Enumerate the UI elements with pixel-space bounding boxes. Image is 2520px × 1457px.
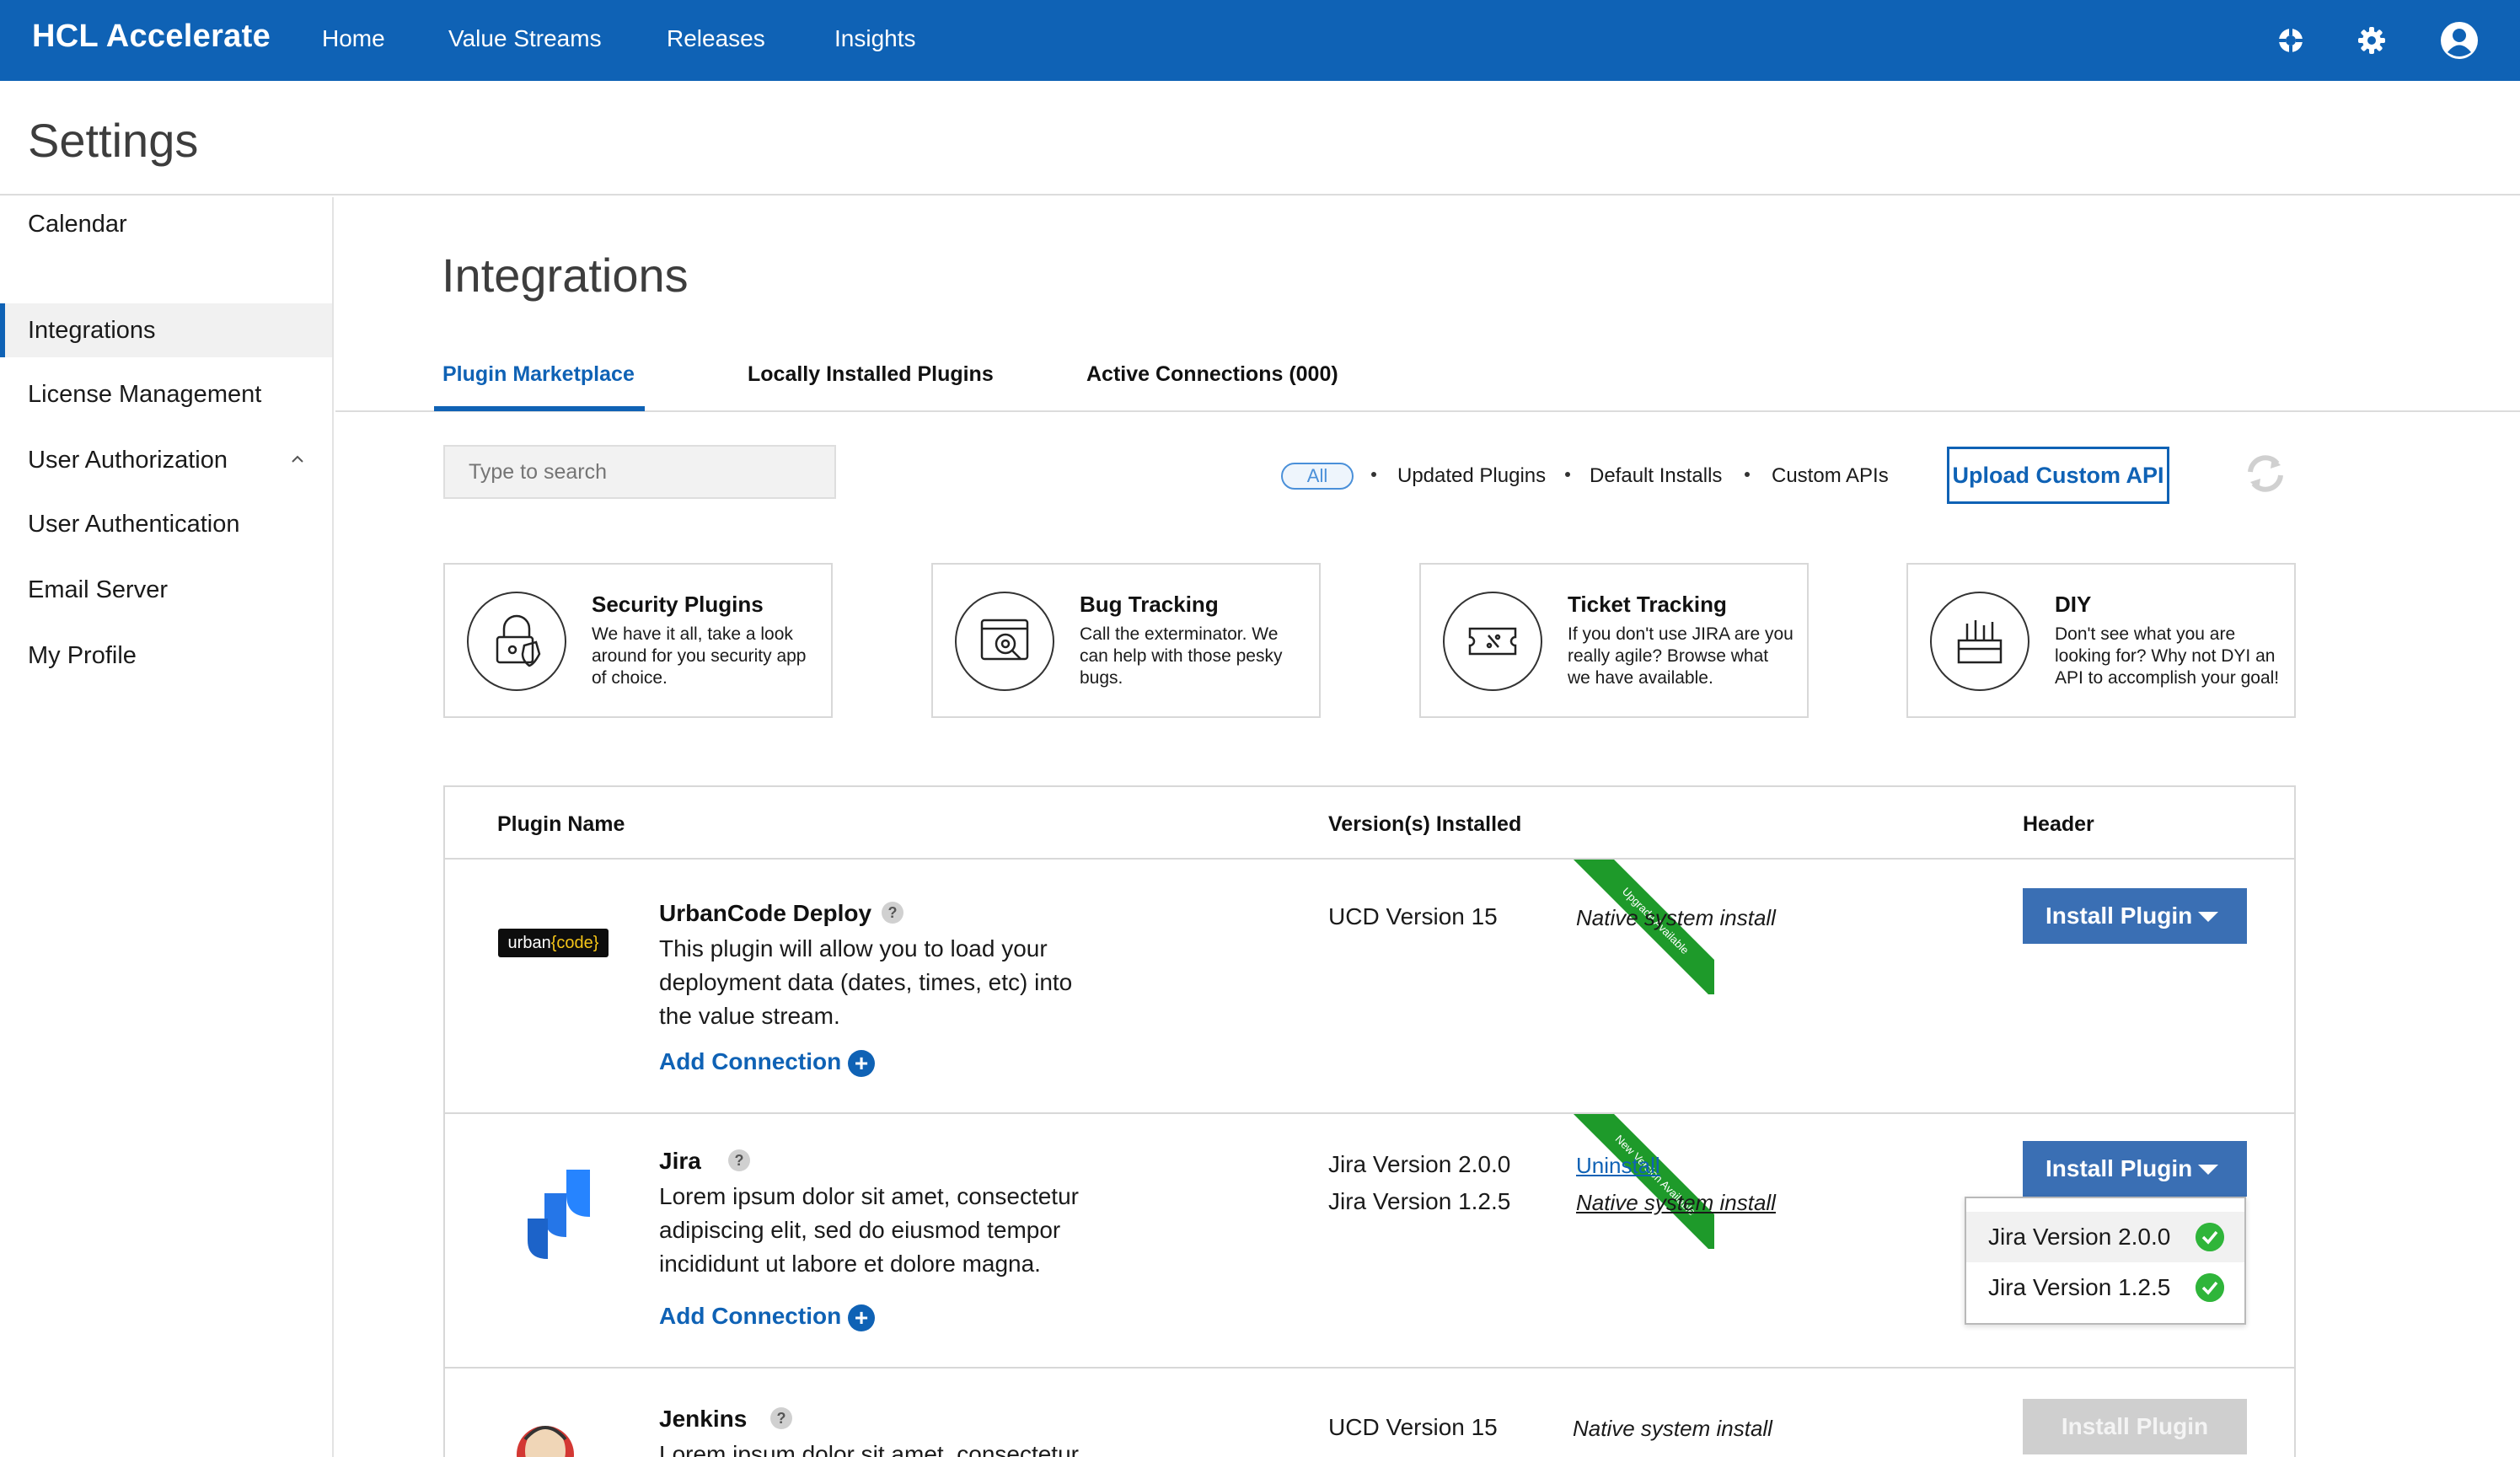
install-plugin-button[interactable]: Install Plugin bbox=[2023, 1141, 2247, 1197]
help-icon[interactable]: ? bbox=[882, 902, 903, 924]
sidebar-item-email-server[interactable]: Email Server bbox=[0, 563, 332, 617]
column-header-header: Header bbox=[2023, 812, 2094, 836]
active-tab-indicator bbox=[434, 406, 645, 411]
jenkins-logo bbox=[517, 1426, 574, 1457]
card-title: Security Plugins bbox=[592, 592, 764, 617]
install-note: Native system install bbox=[1573, 1416, 1772, 1441]
install-note: Native system install bbox=[1576, 905, 1776, 930]
caret-down-icon[interactable] bbox=[2198, 1165, 2218, 1175]
plugin-description: Lorem ipsum dolor sit amet, consectetur … bbox=[659, 1183, 1079, 1277]
page-title: Integrations bbox=[442, 249, 689, 302]
plugin-name: Jira bbox=[659, 1148, 701, 1174]
category-card-bug-tracking[interactable]: Bug Tracking Call the exterminator. We c… bbox=[931, 563, 1321, 718]
chevron-up-icon[interactable] bbox=[292, 453, 303, 465]
sidebar-item-license-management[interactable]: License Management bbox=[0, 367, 332, 421]
category-card-security[interactable]: Security Plugins We have it all, take a … bbox=[443, 563, 833, 718]
help-icon[interactable] bbox=[2269, 19, 2313, 62]
settings-title: Settings bbox=[28, 114, 199, 167]
upload-custom-api-button[interactable]: Upload Custom API bbox=[1947, 447, 2169, 504]
plugin-description: This plugin will allow you to load your … bbox=[659, 935, 1073, 1029]
column-header-versions-installed: Version(s) Installed bbox=[1328, 812, 1522, 836]
toolbox-icon bbox=[1930, 592, 2029, 691]
filter-separator bbox=[1371, 472, 1376, 477]
tab-locally-installed-plugins[interactable]: Locally Installed Plugins bbox=[748, 362, 994, 387]
installed-version: UCD Version 15 bbox=[1328, 903, 1498, 929]
plugin-table: Plugin Name Version(s) Installed Header … bbox=[443, 785, 2296, 1457]
add-circle-icon[interactable]: + bbox=[848, 1050, 875, 1077]
install-note: Native system install bbox=[1576, 1190, 1776, 1215]
plugin-name: Jenkins bbox=[659, 1406, 748, 1432]
install-plugin-label: Install Plugin bbox=[2045, 903, 2193, 929]
row-divider bbox=[445, 858, 2294, 860]
ticket-icon bbox=[1443, 592, 1542, 691]
dropdown-item-version[interactable]: Jira Version 2.0.0 bbox=[1966, 1212, 2244, 1262]
card-description: We have it all, take a look around for y… bbox=[592, 624, 807, 688]
nav-home[interactable]: Home bbox=[322, 25, 385, 52]
tabs-divider bbox=[335, 410, 2520, 412]
checkmark-icon bbox=[2196, 1223, 2224, 1251]
installed-version: Jira Version 2.0.0 bbox=[1328, 1151, 1511, 1177]
user-profile-icon[interactable] bbox=[2437, 19, 2481, 62]
card-title: Ticket Tracking bbox=[1568, 592, 1727, 617]
checkmark-icon bbox=[2196, 1273, 2224, 1302]
new-version-available-ribbon: New Version Available bbox=[1546, 1114, 1714, 1249]
installed-version: UCD Version 15 bbox=[1328, 1414, 1498, 1440]
version-dropdown-menu: Jira Version 2.0.0 Jira Version 1.2.5 bbox=[1965, 1197, 2246, 1325]
add-connection-link[interactable]: Add Connection bbox=[659, 1303, 841, 1330]
filter-all-pill[interactable]: All bbox=[1281, 463, 1354, 490]
card-description: If you don't use JIRA are you really agi… bbox=[1568, 624, 1793, 688]
settings-header: Settings bbox=[0, 81, 2520, 196]
plugin-name: UrbanCode Deploy bbox=[659, 900, 872, 926]
card-title: DIY bbox=[2055, 592, 2092, 617]
tab-active-connections[interactable]: Active Connections (000) bbox=[1086, 362, 1338, 387]
category-card-diy[interactable]: DIY Don't see what you are looking for? … bbox=[1906, 563, 2296, 718]
filter-default-installs[interactable]: Default Installs bbox=[1590, 464, 1722, 488]
install-plugin-button-disabled: Install Plugin bbox=[2023, 1399, 2247, 1454]
filter-updated-plugins[interactable]: Updated Plugins bbox=[1397, 464, 1546, 488]
card-description: Call the exterminator. We can help with … bbox=[1080, 624, 1283, 688]
settings-gear-icon[interactable] bbox=[2350, 19, 2394, 62]
sidebar-item-calendar[interactable]: Calendar bbox=[0, 197, 332, 251]
settings-sidebar: Calendar Integrations License Management… bbox=[0, 197, 334, 1457]
row-divider bbox=[445, 1112, 2294, 1114]
jira-logo bbox=[509, 1170, 590, 1259]
nav-insights[interactable]: Insights bbox=[834, 25, 916, 52]
install-plugin-label: Install Plugin bbox=[2045, 1155, 2193, 1181]
installed-version: Jira Version 1.2.5 bbox=[1328, 1188, 1511, 1214]
urbancode-logo: urban{code} bbox=[498, 929, 609, 957]
sidebar-item-label: User Authorization bbox=[28, 447, 228, 474]
sidebar-item-user-authorization[interactable]: User Authorization bbox=[0, 433, 332, 487]
sidebar-item-my-profile[interactable]: My Profile bbox=[0, 629, 332, 683]
category-card-ticket-tracking[interactable]: Ticket Tracking If you don't use JIRA ar… bbox=[1419, 563, 1809, 718]
nav-value-streams[interactable]: Value Streams bbox=[448, 25, 602, 52]
caret-down-icon[interactable] bbox=[2198, 912, 2218, 922]
help-icon[interactable]: ? bbox=[728, 1149, 750, 1171]
filter-separator bbox=[1565, 472, 1570, 477]
security-lock-icon bbox=[467, 592, 566, 691]
row-divider bbox=[445, 1367, 2294, 1369]
card-description: Don't see what you are looking for? Why … bbox=[2055, 624, 2280, 688]
add-connection-link[interactable]: Add Connection bbox=[659, 1048, 841, 1075]
add-circle-icon[interactable]: + bbox=[848, 1304, 875, 1331]
search-input[interactable] bbox=[443, 445, 836, 499]
plugin-description: Lorem ipsum dolor sit amet, consectetur bbox=[659, 1441, 1079, 1457]
sidebar-item-integrations[interactable]: Integrations bbox=[0, 303, 332, 357]
help-icon[interactable]: ? bbox=[770, 1407, 792, 1429]
tab-plugin-marketplace[interactable]: Plugin Marketplace bbox=[442, 362, 635, 387]
install-plugin-button[interactable]: Install Plugin bbox=[2023, 888, 2247, 944]
filter-separator bbox=[1745, 472, 1750, 477]
refresh-icon[interactable] bbox=[2239, 447, 2292, 501]
dropdown-item-version[interactable]: Jira Version 1.2.5 bbox=[1966, 1262, 2244, 1313]
bug-search-icon bbox=[955, 592, 1054, 691]
filter-custom-apis[interactable]: Custom APIs bbox=[1772, 464, 1889, 488]
brand-logo[interactable]: HCL Accelerate bbox=[32, 19, 271, 55]
card-title: Bug Tracking bbox=[1080, 592, 1219, 617]
column-header-plugin-name: Plugin Name bbox=[497, 812, 625, 836]
nav-releases[interactable]: Releases bbox=[667, 25, 765, 52]
uninstall-link[interactable]: Uninstall bbox=[1576, 1153, 1660, 1179]
sidebar-item-user-authentication[interactable]: User Authentication bbox=[0, 497, 332, 551]
top-navigation-bar: HCL Accelerate Home Value Streams Releas… bbox=[0, 0, 2520, 81]
